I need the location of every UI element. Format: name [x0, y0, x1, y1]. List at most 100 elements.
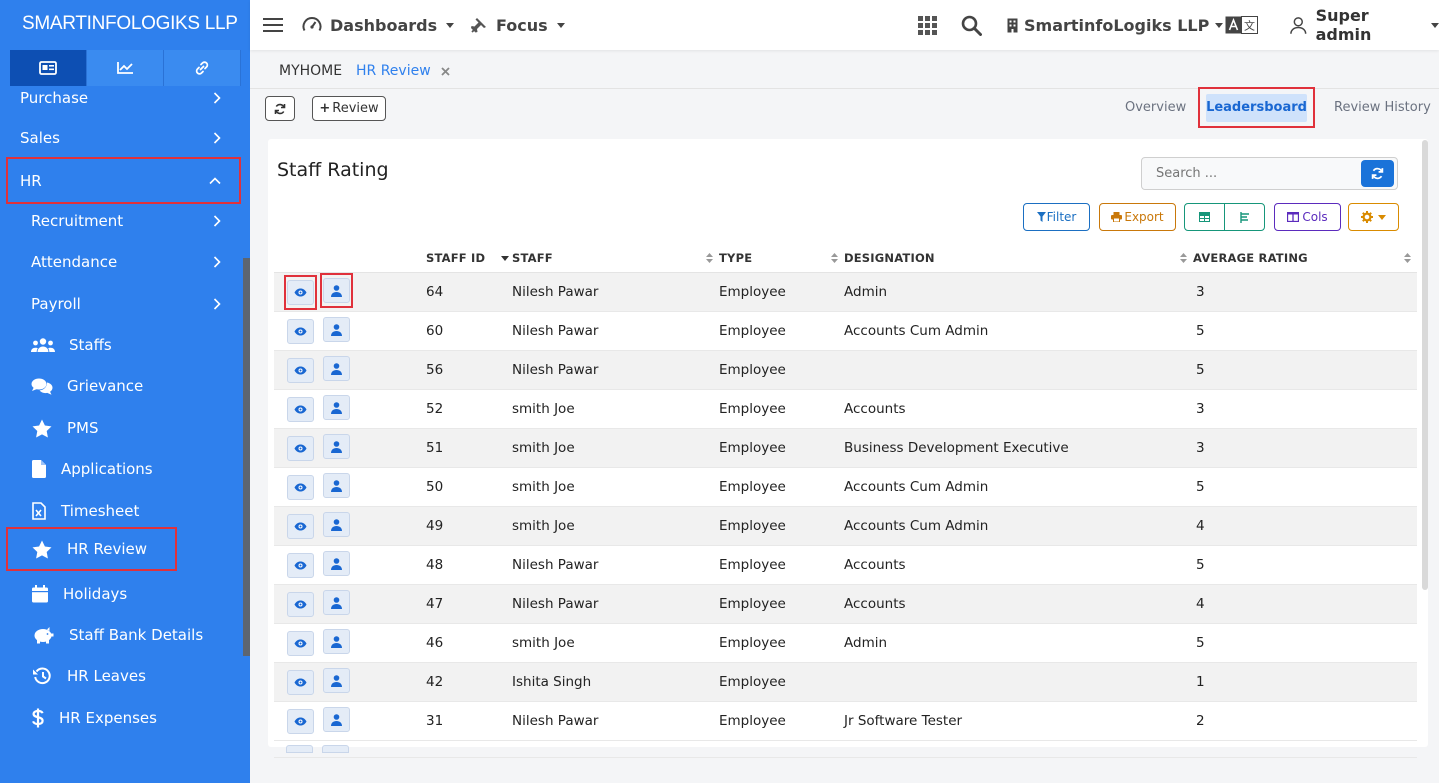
column-header-type[interactable]: TYPE — [719, 244, 844, 273]
column-header-staff-id[interactable]: STAFF ID — [426, 244, 512, 273]
cell-staff: Nilesh Pawar — [512, 350, 719, 390]
view-button[interactable] — [287, 396, 314, 422]
tab-overview[interactable]: Overview — [1125, 100, 1186, 115]
profile-button[interactable] — [322, 744, 349, 753]
dashboards-menu[interactable]: Dashboards — [302, 16, 455, 35]
sidebar-item-applications[interactable]: Applications — [0, 457, 243, 481]
grid-view-button[interactable] — [1185, 204, 1225, 230]
sidebar-item-attendance[interactable]: Attendance — [0, 250, 243, 274]
sidebar-item-recruitment[interactable]: Recruitment — [0, 209, 243, 233]
language-translate-icon[interactable]: 文 — [1225, 16, 1258, 34]
view-button[interactable] — [287, 474, 314, 500]
focus-menu[interactable]: Focus — [470, 16, 565, 35]
table-row: 51 smith Joe Employee Business Development … — [274, 428, 1417, 468]
sidebar-item-staff-bank-details[interactable]: Staff Bank Details — [0, 623, 243, 647]
tab-leadersboard[interactable]: Leadersboard — [1206, 93, 1307, 122]
cell-staff: Nilesh Pawar — [512, 701, 719, 741]
hamburger-menu-icon[interactable] — [263, 17, 283, 33]
search-refresh-button[interactable] — [1361, 160, 1394, 187]
table-header-row: STAFF ID STAFF TYPE DESIGNATION AVERAGE … — [274, 244, 1417, 273]
sidebar-item-hr-leaves[interactable]: HR Leaves — [0, 664, 243, 688]
view-button[interactable] — [287, 591, 314, 617]
sidebar-item-label: Recruitment — [31, 212, 124, 230]
company-selector[interactable]: SmartinfoLogiks LLP — [1007, 16, 1224, 35]
profile-button[interactable] — [323, 473, 350, 499]
breadcrumb-current[interactable]: HR Review — [356, 63, 431, 79]
view-button[interactable] — [287, 708, 314, 734]
cell-staff-id: 64 — [426, 272, 512, 312]
chevron-right-icon — [213, 215, 221, 227]
cell-staff-id: 48 — [426, 545, 512, 585]
sidebar-scrollbar[interactable] — [243, 258, 250, 656]
view-button[interactable] — [287, 279, 314, 305]
tree-view-button[interactable] — [1225, 204, 1264, 230]
table-row: 42 Ishita Singh Employee 1 — [274, 662, 1417, 702]
sidebar-item-timesheet[interactable]: Timesheet — [0, 499, 243, 523]
close-tab-icon[interactable] — [441, 67, 450, 76]
sidebar-item-grievance[interactable]: Grievance — [0, 374, 243, 398]
profile-button-wrapper — [322, 548, 351, 579]
caret-down-icon — [446, 22, 455, 28]
search-icon[interactable] — [961, 15, 982, 36]
view-button[interactable] — [287, 630, 314, 656]
profile-button[interactable] — [323, 551, 350, 577]
profile-button[interactable] — [323, 434, 350, 460]
sidebar-item-hr-review[interactable]: HR Review — [6, 527, 177, 571]
column-header-designation[interactable]: DESIGNATION — [844, 244, 1193, 273]
settings-dropdown-button[interactable] — [1348, 203, 1399, 231]
sidebar-item-payroll[interactable]: Payroll — [0, 292, 243, 316]
user-icon — [331, 284, 342, 297]
cell-designation: Accounts — [844, 389, 1193, 429]
profile-button[interactable] — [323, 707, 350, 733]
cell-designation: Business Development Executive — [844, 428, 1193, 468]
column-header-staff[interactable]: STAFF — [512, 244, 719, 273]
user-menu[interactable]: Super admin — [1290, 6, 1439, 44]
id-card-icon — [39, 61, 57, 75]
table-row: 46 smith Joe Employee Admin 5 — [274, 623, 1417, 663]
cell-average-rating: 5 — [1193, 467, 1417, 507]
sidebar-item-pms[interactable]: PMS — [0, 416, 243, 440]
profile-button[interactable] — [323, 395, 350, 421]
refresh-button[interactable] — [265, 96, 295, 121]
cell-designation: Accounts Cum Admin — [844, 311, 1193, 351]
view-button[interactable] — [286, 744, 313, 753]
profile-button[interactable] — [323, 317, 350, 343]
card-title: Staff Rating — [277, 159, 389, 181]
chevron-right-icon — [213, 256, 221, 268]
profile-button[interactable] — [323, 629, 350, 655]
view-button[interactable] — [287, 552, 314, 578]
print-icon — [1111, 212, 1123, 222]
add-review-button[interactable]: + Review — [312, 96, 386, 121]
sidebar-item-staffs[interactable]: Staffs — [0, 333, 243, 357]
view-button[interactable] — [287, 435, 314, 461]
view-button[interactable] — [287, 669, 314, 695]
columns-button[interactable]: Cols — [1274, 203, 1341, 231]
profile-button[interactable] — [323, 590, 350, 616]
content-scrollbar[interactable] — [1422, 140, 1428, 590]
profile-button[interactable] — [323, 512, 350, 538]
tab-review-history[interactable]: Review History — [1334, 100, 1431, 115]
filter-button[interactable]: Filter — [1023, 203, 1090, 231]
sidebar-item-holidays[interactable]: Holidays — [0, 582, 243, 606]
sidebar-item-hr[interactable]: HR — [6, 157, 241, 204]
profile-button[interactable] — [323, 668, 350, 694]
breadcrumb-home[interactable]: MYHOME — [279, 63, 342, 79]
view-button-wrapper — [286, 316, 315, 347]
profile-button[interactable] — [323, 278, 350, 304]
export-button[interactable]: Export — [1099, 203, 1176, 231]
view-button[interactable] — [287, 318, 314, 344]
chevron-right-icon — [213, 132, 221, 144]
sidebar-item-hr-expenses[interactable]: HR Expenses — [0, 706, 243, 730]
sidebar-item-purchase[interactable]: Purchase — [0, 86, 243, 110]
cell — [426, 740, 512, 758]
search-input[interactable] — [1142, 158, 1358, 189]
apps-grid-icon[interactable] — [918, 15, 937, 35]
profile-button-wrapper — [322, 314, 351, 345]
user-icon — [331, 518, 342, 531]
profile-button[interactable] — [323, 356, 350, 382]
cell-type: Employee — [719, 389, 844, 429]
view-button[interactable] — [287, 513, 314, 539]
sidebar-item-sales[interactable]: Sales — [0, 126, 243, 150]
column-header-average-rating[interactable]: AVERAGE RATING — [1193, 244, 1417, 273]
view-button[interactable] — [287, 357, 314, 383]
